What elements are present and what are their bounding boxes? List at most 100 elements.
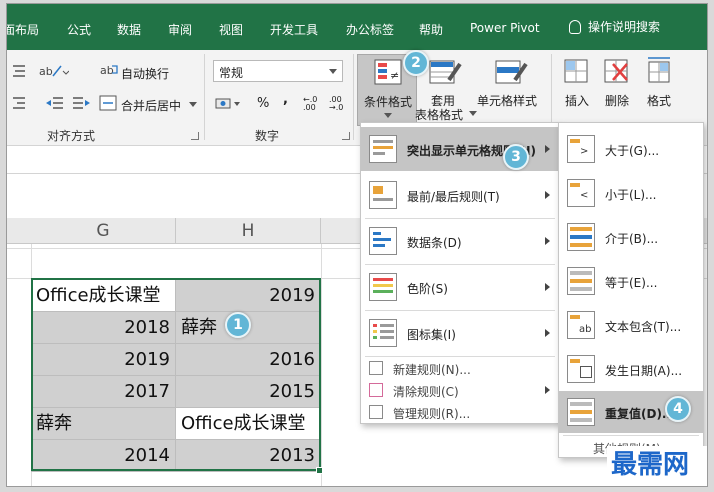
group-label-alignment: 对齐方式	[47, 129, 96, 143]
merge-center-button[interactable]: 合并后居中	[121, 97, 181, 114]
step-badge-3: 3	[503, 144, 529, 170]
tab-power-pivot[interactable]: Power Pivot	[470, 21, 540, 35]
submenu-item-between[interactable]: 介于(B)...	[559, 215, 703, 259]
chevron-right-icon	[545, 237, 550, 245]
step-badge-1: 1	[225, 312, 251, 338]
insert-cells-icon	[564, 59, 588, 83]
text-contains-icon: ab	[567, 311, 595, 339]
wrap-text-icon: ab	[100, 64, 118, 77]
indent-left-icon[interactable]	[45, 96, 65, 110]
conditional-format-icon: ≠	[374, 59, 402, 85]
group-label-number: 数字	[255, 129, 280, 143]
cell-h5[interactable]: Office成长课堂	[176, 408, 321, 440]
cell-h4[interactable]: 2015	[176, 376, 321, 408]
tab-review[interactable]: 审阅	[168, 21, 192, 38]
cell-styles-icon	[495, 60, 528, 84]
color-scales-icon	[369, 273, 397, 301]
highlight-rules-icon	[369, 135, 397, 163]
gridline	[321, 244, 322, 486]
comma-style-button[interactable]: ,	[283, 92, 288, 107]
cell-styles-button[interactable]: 单元格样式	[477, 92, 537, 109]
menu-item-data-bars[interactable]: 数据条(D)	[361, 219, 559, 263]
number-dialog-launcher[interactable]	[342, 132, 350, 140]
menu-item-icon-sets[interactable]: 图标集(I)	[361, 311, 559, 355]
accounting-format-icon[interactable]	[215, 96, 241, 112]
menu-item-new-rule[interactable]: 新建规则(N)...	[361, 357, 559, 379]
tab-office-tab[interactable]: 办公标签	[346, 21, 394, 38]
tab-developer[interactable]: 开发工具	[270, 21, 318, 38]
insert-button[interactable]: 插入	[565, 92, 589, 109]
number-format-dropdown[interactable]: 常规	[213, 60, 343, 82]
svg-text:ab: ab	[39, 65, 53, 78]
orientation-icon[interactable]: ab	[37, 62, 69, 80]
cell-h3[interactable]: 2016	[176, 344, 321, 376]
group-divider	[204, 54, 205, 140]
menu-item-manage-rules[interactable]: 管理规则(R)...	[361, 401, 559, 423]
between-icon	[567, 223, 595, 251]
submenu-item-equal-to[interactable]: 等于(E)...	[559, 259, 703, 303]
cell-g3[interactable]: 2019	[31, 344, 176, 376]
cell-g5[interactable]: 薛奔	[31, 408, 176, 440]
format-as-table-icon	[429, 60, 462, 84]
merge-center-icon	[99, 95, 117, 111]
menu-item-top-bottom-rules[interactable]: 最前/最后规则(T)	[361, 173, 559, 217]
delete-button[interactable]: 删除	[605, 92, 629, 109]
greater-than-icon: >	[567, 135, 595, 163]
lightbulb-icon	[569, 20, 581, 34]
data-bars-icon	[369, 227, 397, 255]
less-than-icon: <	[567, 179, 595, 207]
group-divider	[353, 54, 354, 140]
wrap-text-button[interactable]: 自动换行	[121, 65, 169, 82]
submenu-item-less-than[interactable]: < 小于(L)...	[559, 171, 703, 215]
chevron-down-icon	[384, 113, 392, 118]
excel-window: 页面布局 公式 数据 审阅 视图 开发工具 办公标签 帮助 Power Pivo…	[6, 3, 708, 487]
submenu-item-text-contains[interactable]: ab 文本包含(T)...	[559, 303, 703, 347]
cell-h1[interactable]: 2019	[176, 280, 321, 312]
cell-g6[interactable]: 2014	[31, 440, 176, 472]
menu-item-color-scales[interactable]: 色阶(S)	[361, 265, 559, 309]
top-bottom-rules-icon	[369, 181, 397, 209]
chevron-right-icon	[545, 329, 550, 337]
eraser-icon	[369, 383, 383, 397]
chevron-down-icon	[329, 69, 337, 74]
format-as-table-button[interactable]: 表格格式	[415, 106, 463, 123]
calendar-icon	[567, 355, 595, 383]
chevron-right-icon	[545, 191, 550, 199]
column-header-h[interactable]: H	[176, 218, 321, 244]
decrease-decimal-button[interactable]: .00 →.0	[329, 96, 351, 112]
svg-text:ab: ab	[100, 64, 114, 77]
cell-h6[interactable]: 2013	[176, 440, 321, 472]
ribbon-tab-bar: 页面布局 公式 数据 审阅 视图 开发工具 办公标签 帮助 Power Pivo…	[7, 4, 707, 50]
tab-page-layout[interactable]: 页面布局	[7, 21, 39, 38]
align-lines-icon[interactable]	[11, 64, 27, 78]
new-rule-icon	[369, 361, 383, 375]
duplicate-values-icon	[567, 398, 595, 426]
delete-cells-icon	[604, 59, 628, 83]
menu-item-clear-rules[interactable]: 清除规则(C)	[361, 379, 559, 401]
cell-g1[interactable]: Office成长课堂	[31, 280, 176, 312]
chevron-down-icon[interactable]	[189, 102, 197, 108]
tab-view[interactable]: 视图	[219, 21, 243, 38]
tab-help[interactable]: 帮助	[419, 21, 443, 38]
conditional-format-menu: 突出显示单元格规则(H) 最前/最后规则(T) 数据条(D) 色阶(S) 图标集…	[360, 122, 560, 424]
chevron-right-icon	[545, 386, 550, 394]
menu-item-highlight-cell-rules[interactable]: 突出显示单元格规则(H)	[361, 127, 559, 171]
tab-formulas[interactable]: 公式	[67, 21, 91, 38]
alignment-dialog-launcher[interactable]	[191, 132, 199, 140]
indent-right-icon[interactable]	[71, 96, 91, 110]
column-header-g[interactable]: G	[31, 218, 176, 244]
increase-decimal-button[interactable]: ←.0 .00	[303, 96, 325, 112]
decrease-indent-icon[interactable]	[11, 96, 27, 110]
chevron-down-icon[interactable]	[469, 111, 477, 117]
submenu-item-date-occurring[interactable]: 发生日期(A)...	[559, 347, 703, 391]
submenu-item-greater-than[interactable]: > 大于(G)...	[559, 127, 703, 171]
format-cells-icon	[648, 57, 670, 83]
tab-data[interactable]: 数据	[117, 21, 141, 38]
tell-me-search[interactable]: 操作说明搜索	[569, 18, 660, 35]
cell-g2[interactable]: 2018	[31, 312, 176, 344]
fill-handle[interactable]	[316, 467, 323, 474]
format-button[interactable]: 格式	[647, 92, 671, 109]
cell-g4[interactable]: 2017	[31, 376, 176, 408]
step-badge-4: 4	[665, 396, 691, 422]
percent-style-button[interactable]: %	[257, 96, 269, 111]
